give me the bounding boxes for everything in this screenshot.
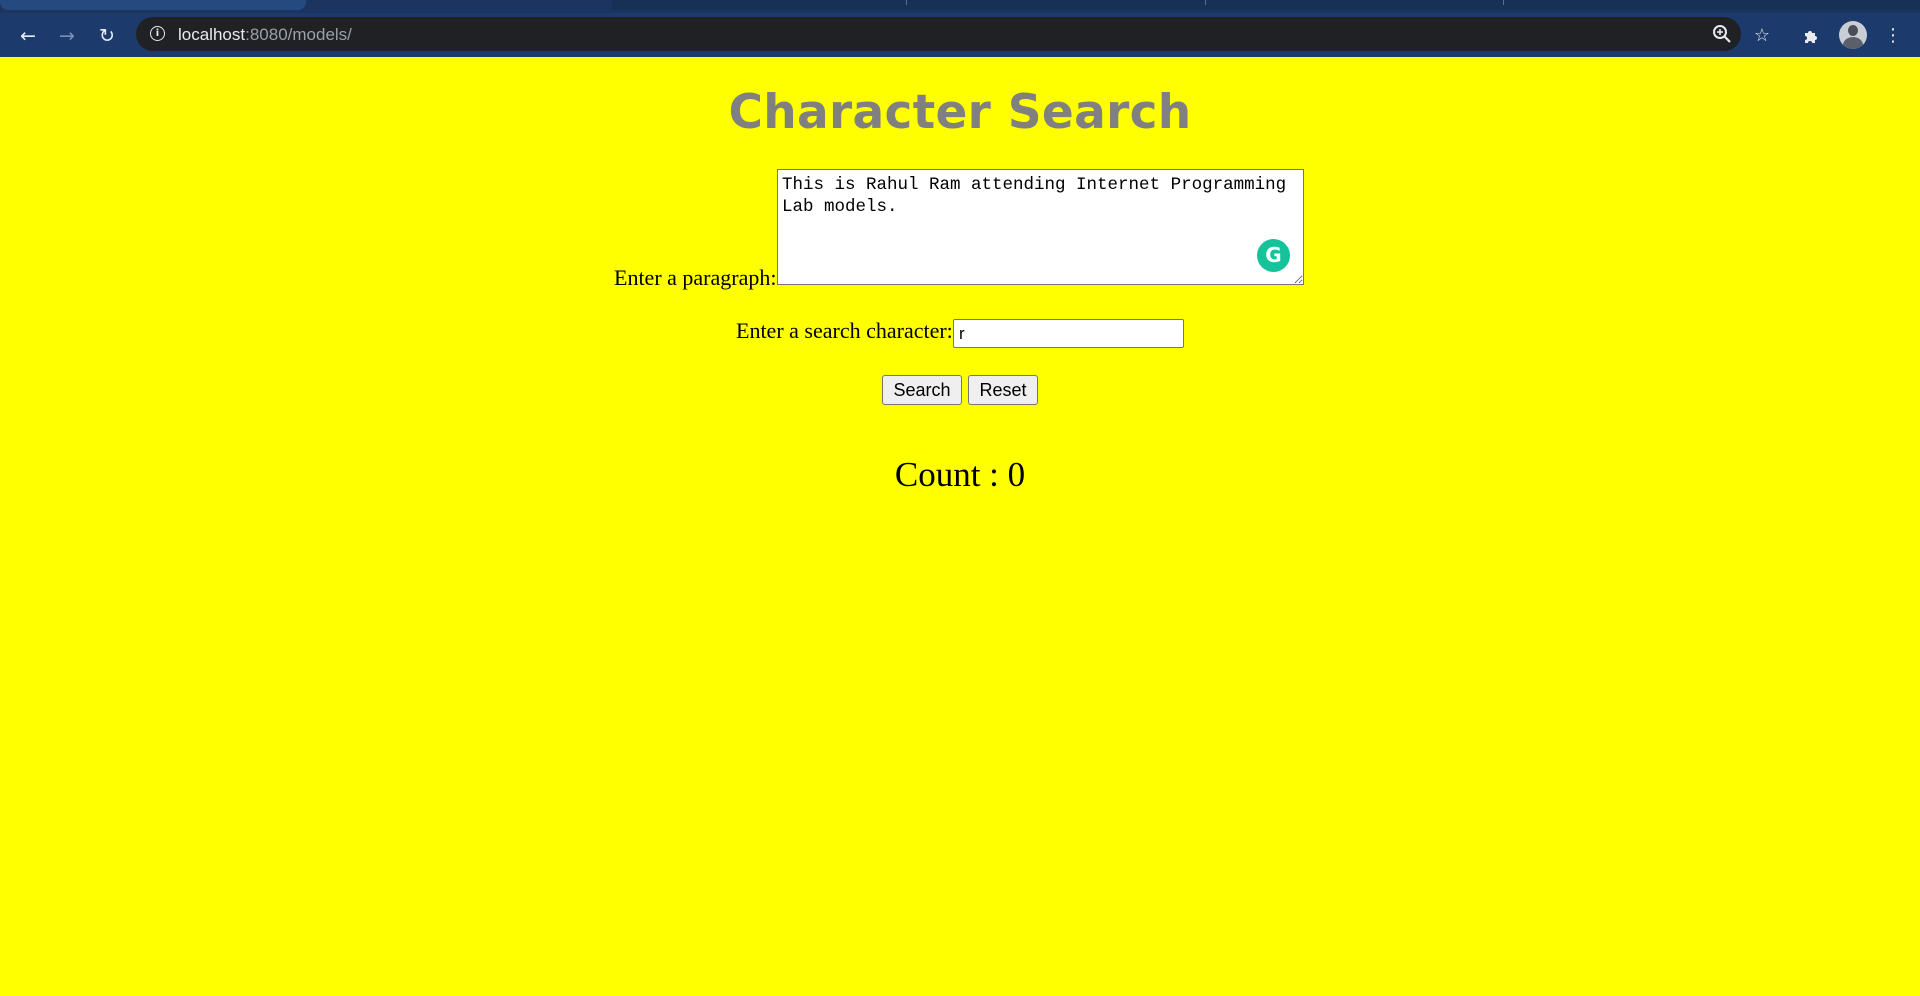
search-button[interactable]: Search [882, 375, 962, 405]
tab-strip [0, 0, 1920, 13]
avatar-head [1848, 25, 1858, 36]
address-bar[interactable]: i localhost:8080/models/ [136, 17, 1741, 51]
avatar-body [1843, 37, 1863, 49]
url-text[interactable]: localhost:8080/models/ [178, 25, 352, 45]
reset-button[interactable]: Reset [968, 375, 1038, 405]
page-title: Character Search [728, 85, 1192, 140]
search-character-label: Enter a search character: [736, 318, 953, 343]
tab-strip-background [612, 0, 1920, 10]
paragraph-label: Enter a paragraph: [614, 265, 777, 290]
back-arrow-icon[interactable]: ← [14, 22, 42, 50]
count-result: Count : 0 [894, 455, 1026, 494]
tab-inactive[interactable] [0, 0, 306, 10]
search-character-input[interactable] [953, 319, 1184, 348]
kebab-menu-icon[interactable]: ⋮ [1880, 23, 1906, 49]
tab-separator [906, 0, 907, 5]
browser-toolbar: ← → ↻ i localhost:8080/models/ ☆ ⋮ [0, 13, 1920, 57]
reload-icon[interactable]: ↻ [93, 22, 121, 50]
grammarly-icon[interactable]: G [1257, 239, 1290, 272]
browser-chrome: ← → ↻ i localhost:8080/models/ ☆ ⋮ [0, 0, 1920, 57]
bookmark-star-icon[interactable]: ☆ [1749, 23, 1775, 49]
forward-arrow-icon[interactable]: → [53, 22, 81, 50]
profile-avatar[interactable] [1839, 21, 1867, 49]
page-content: Character Search Enter a paragraph: This… [0, 57, 1920, 996]
tab-separator [1503, 0, 1504, 5]
url-host: localhost [178, 25, 246, 44]
url-path: :8080/models/ [245, 25, 352, 44]
zoom-icon[interactable] [1710, 22, 1734, 46]
paragraph-textarea[interactable]: This is Rahul Ram attending Internet Pro… [777, 169, 1304, 285]
tab-separator [1205, 0, 1206, 5]
info-icon[interactable]: i [150, 26, 165, 41]
extensions-puzzle-icon[interactable] [1799, 23, 1825, 49]
